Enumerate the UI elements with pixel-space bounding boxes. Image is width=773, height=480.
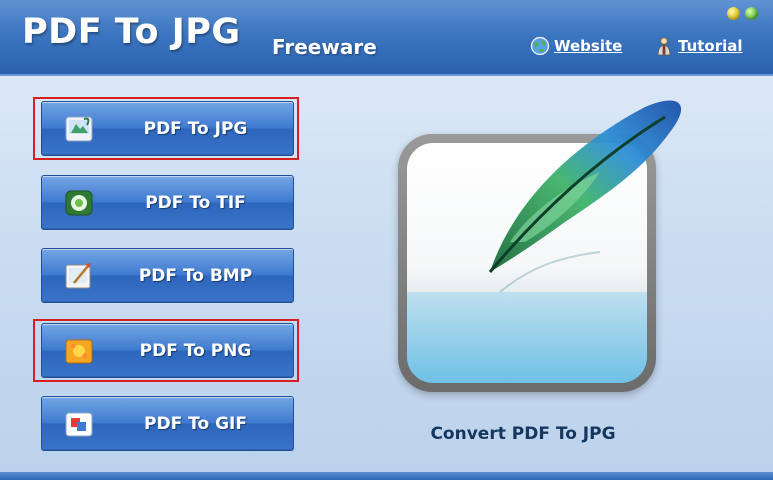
website-link-label: Website [554,37,623,55]
preview-caption: Convert PDF To JPG [430,424,616,444]
jpg-image-icon [64,114,94,144]
bottom-border [0,472,773,480]
app-subtitle: Freeware [272,35,377,59]
globe-icon [530,36,550,56]
person-icon [654,36,674,56]
feather-icon [488,100,682,293]
pdf-to-png-button[interactable]: PDF To PNG [41,323,294,378]
pdf-to-gif-button[interactable]: PDF To GIF [41,396,294,451]
bmp-paint-icon [64,261,94,291]
app-header: PDF To JPG Freeware Website Tutorial [0,0,773,76]
tutorial-link-label: Tutorial [678,37,743,55]
pdf-to-gif-label: PDF To GIF [144,413,247,434]
minimize-button[interactable] [727,7,740,20]
pdf-to-tif-label: PDF To TIF [145,192,246,213]
tutorial-link[interactable]: Tutorial [654,36,743,56]
pdf-to-jpg-button[interactable]: PDF To JPG [41,101,294,156]
pdf-to-bmp-button[interactable]: PDF To BMP [41,248,294,303]
pdf-to-tif-button[interactable]: PDF To TIF [41,175,294,230]
tif-image-icon [64,188,94,218]
pdf-to-png-label: PDF To PNG [139,340,252,361]
png-image-icon [64,336,94,366]
close-button[interactable] [745,7,758,20]
pdf-to-bmp-label: PDF To BMP [138,265,253,286]
app-title: PDF To JPG [22,12,241,52]
pdf-to-jpg-label: PDF To JPG [143,118,248,139]
gif-image-icon [64,409,94,439]
website-link[interactable]: Website [530,36,622,56]
